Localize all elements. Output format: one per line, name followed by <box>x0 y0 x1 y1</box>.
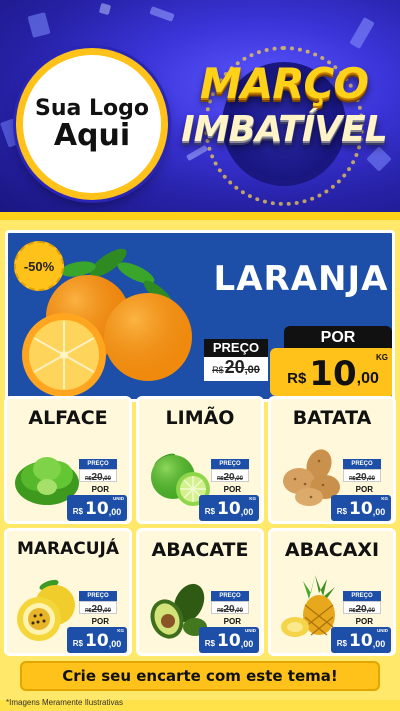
old-price-label: PREÇO <box>211 459 249 469</box>
new-price-label: POR <box>284 326 392 350</box>
logo-text-line2: Aqui <box>53 117 131 153</box>
old-price-label: PREÇO <box>343 459 381 469</box>
new-price-integer: 10 <box>217 631 241 651</box>
price-unit: UNID <box>377 628 388 633</box>
old-price-label: PREÇO <box>211 591 249 601</box>
product-card: ABACATE PREÇO R$20,00 POR UNID R$ 10,00 <box>136 528 264 656</box>
old-price-integer: 20 <box>223 472 235 483</box>
old-price: R$20,00 <box>343 601 381 615</box>
new-price-label: POR <box>91 485 109 494</box>
old-price: R$20,00 <box>79 601 117 615</box>
old-price-decimal: ,00 <box>102 608 111 614</box>
price-unit: KG <box>381 496 388 501</box>
new-price-currency: R$ <box>336 639 348 648</box>
logo-placeholder: Sua Logo Aqui <box>16 48 168 200</box>
new-price: UNID R$ 10,00 <box>199 627 259 653</box>
campaign-title-line1: MARÇO <box>199 59 369 108</box>
product-name: MARACUJÁ <box>16 539 120 559</box>
product-card: LIMÃO PREÇO R$20,00 POR KG R$ 10,00 <box>136 396 264 524</box>
cta-banner[interactable]: Crie seu encarte com este tema! <box>20 661 380 691</box>
new-price-decimal: ,00 <box>108 639 122 649</box>
new-price: KG R$ 10,00 <box>67 627 127 653</box>
new-price: KG R$ 10 ,00 <box>270 348 392 396</box>
new-price-currency: R$ <box>204 639 216 648</box>
new-price-label: POR <box>91 617 109 626</box>
price-unit: KG <box>376 353 388 362</box>
old-price-integer: 20 <box>355 472 367 483</box>
old-price-integer: 20 <box>223 604 235 615</box>
product-name: ABACAXI <box>284 539 380 561</box>
old-price-label: PREÇO <box>79 591 117 601</box>
new-price-decimal: ,00 <box>240 639 254 649</box>
new-price-decimal: ,00 <box>240 507 254 517</box>
old-price-decimal: ,00 <box>234 608 243 614</box>
featured-offer: -50% LARANJA PREÇO R$ 20 ,00 POR KG R$ 1… <box>5 230 395 402</box>
campaign-title: MARÇO IMBATÍVEL <box>178 62 390 150</box>
new-price-decimal: ,00 <box>108 507 122 517</box>
new-price: KG R$ 10,00 <box>199 495 259 521</box>
new-price: KG R$ 10,00 <box>331 495 391 521</box>
new-price-label: POR <box>355 485 373 494</box>
price-unit: UNID <box>245 628 256 633</box>
new-price-currency: R$ <box>72 507 84 516</box>
old-price-label: PREÇO <box>204 339 268 357</box>
old-price: R$20,00 <box>79 469 117 483</box>
product-name: BATATA <box>292 407 372 429</box>
price-unit: KG <box>249 496 256 501</box>
old-price-decimal: ,00 <box>102 476 111 482</box>
product-card: MARACUJÁ PREÇO R$20,00 POR KG R$ 10,00 <box>4 528 132 656</box>
product-name: ABACATE <box>151 539 249 561</box>
new-price-decimal: ,00 <box>372 639 386 649</box>
old-price: R$ 20 ,00 <box>204 357 268 381</box>
new-price-integer: 10 <box>349 499 373 519</box>
new-price-currency: R$ <box>72 639 84 648</box>
product-name: LIMÃO <box>165 407 235 429</box>
product-name: ALFACE <box>28 407 108 429</box>
discount-badge: -50% <box>14 241 64 291</box>
new-price-label: POR <box>355 617 373 626</box>
price-unit: UNID <box>113 496 124 501</box>
product-card: ABACAXI PREÇO R$20,00 POR UNID R$ 10,00 <box>268 528 396 656</box>
new-price-integer: 10 <box>85 499 109 519</box>
old-price: R$20,00 <box>211 469 249 483</box>
old-price-integer: 20 <box>91 604 103 615</box>
new-price-integer: 10 <box>217 499 241 519</box>
old-price-currency: R$ <box>212 365 224 375</box>
new-price: UNID R$ 10,00 <box>331 627 391 653</box>
old-price-integer: 20 <box>224 357 245 377</box>
old-price-integer: 20 <box>355 604 367 615</box>
new-price-integer: 10 <box>349 631 373 651</box>
old-price-decimal: ,00 <box>366 476 375 482</box>
campaign-title-line2: IMBATÍVEL <box>181 109 387 150</box>
new-price-label: POR <box>223 485 241 494</box>
new-price-integer: 10 <box>85 631 109 651</box>
new-price-label: POR <box>223 617 241 626</box>
product-card: BATATA PREÇO R$20,00 POR KG R$ 10,00 <box>268 396 396 524</box>
new-price-currency: R$ <box>336 507 348 516</box>
new-price: UNID R$ 10,00 <box>67 495 127 521</box>
old-price: R$20,00 <box>343 469 381 483</box>
logo-text-line1: Sua Logo <box>34 95 149 121</box>
featured-product-name: LARANJA <box>213 259 389 299</box>
new-price-decimal: ,00 <box>372 507 386 517</box>
new-price-decimal: ,00 <box>356 370 379 387</box>
old-price-label: PREÇO <box>343 591 381 601</box>
new-price-currency: R$ <box>287 370 307 387</box>
old-price-label: PREÇO <box>79 459 117 469</box>
old-price-decimal: ,00 <box>234 476 243 482</box>
price-unit: KG <box>117 628 124 633</box>
footnote: *Imagens Meramente Ilustrativas <box>6 698 123 707</box>
product-card: ALFACE PREÇO R$20,00 POR UNID R$ 10,00 <box>4 396 132 524</box>
old-price-decimal: ,00 <box>366 608 375 614</box>
new-price-integer: 10 <box>309 354 357 394</box>
old-price-decimal: ,00 <box>244 364 260 376</box>
old-price: R$20,00 <box>211 601 249 615</box>
old-price-integer: 20 <box>91 472 103 483</box>
header-banner: Sua Logo Aqui MARÇO IMBATÍVEL <box>0 0 400 212</box>
new-price-currency: R$ <box>204 507 216 516</box>
